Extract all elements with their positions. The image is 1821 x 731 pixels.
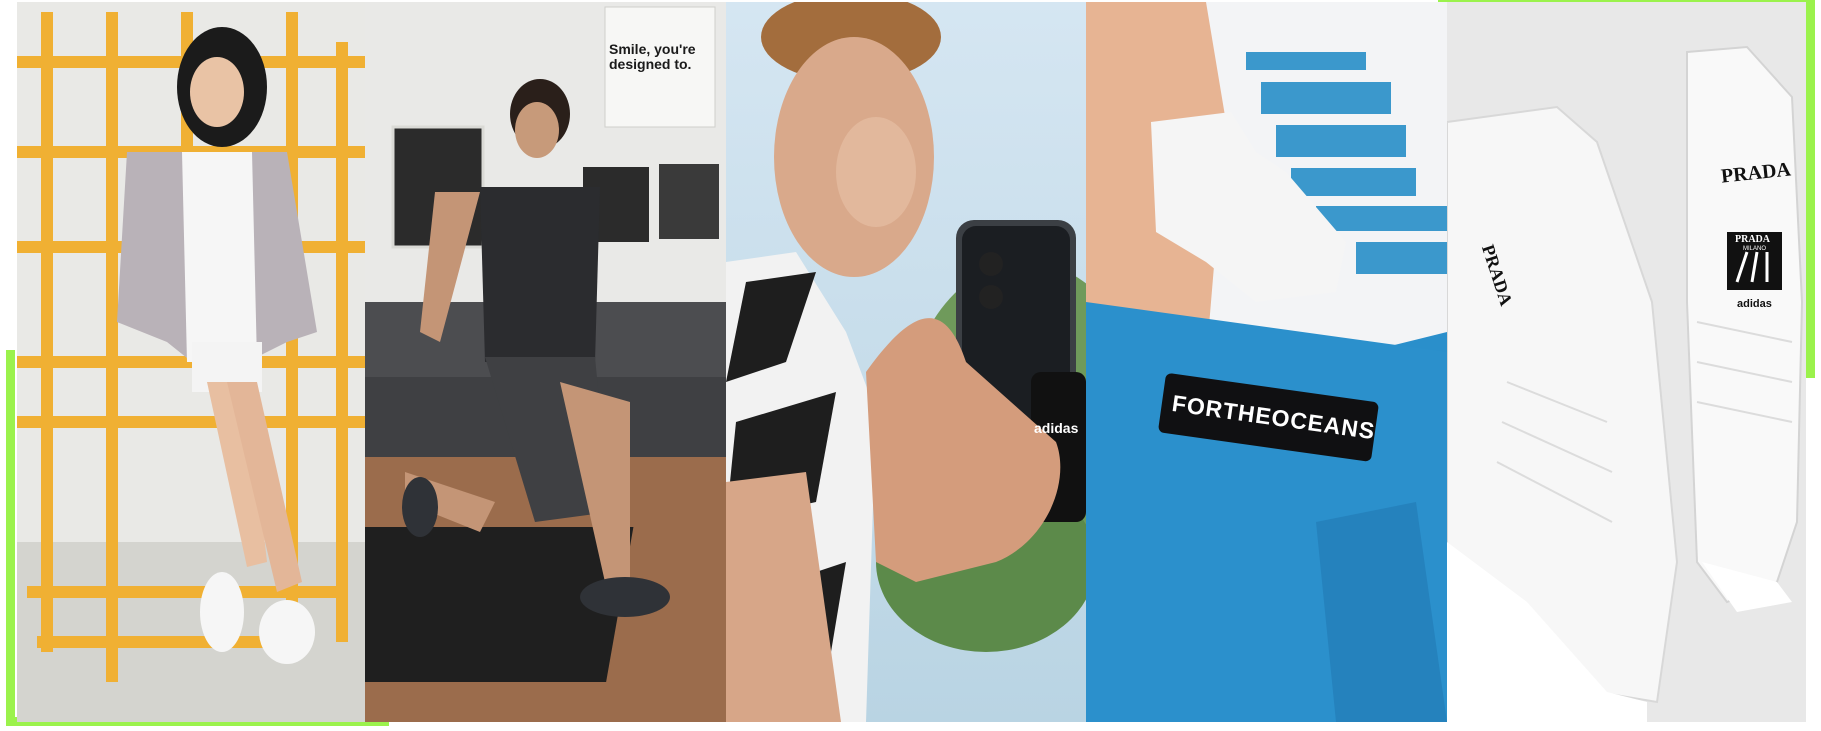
photo-panel-sneakers: PRADA PRADA PRADA MILANO adidas (1447, 2, 1806, 722)
accent-frame-right (1806, 0, 1815, 378)
phone-adidas-logo: adidas (1034, 420, 1079, 436)
photo-collage: Smile, you're designed to. adidas FORTHE… (17, 2, 1806, 722)
photo-panel-woman-phone: adidas (726, 2, 1086, 722)
photo-panel-woman-climbing-frame (17, 2, 365, 722)
photo-man-lunge (365, 2, 726, 722)
photo-sneakers (1447, 2, 1806, 722)
adidas-label: adidas (1737, 298, 1772, 310)
photo-woman-phone (726, 2, 1086, 722)
poster-text: Smile, you're designed to. (609, 41, 696, 72)
photo-panel-ocean-shorts: FORTHEOCEANS (1086, 2, 1447, 722)
accent-frame-left (6, 350, 15, 726)
photo-ocean-shorts (1086, 2, 1447, 722)
photo-panel-man-lunge: Smile, you're designed to. (365, 2, 726, 722)
prada-label-small: PRADA (1735, 234, 1770, 245)
photo-woman-climbing-frame (17, 2, 365, 722)
milano-label: MILANO (1743, 246, 1767, 252)
